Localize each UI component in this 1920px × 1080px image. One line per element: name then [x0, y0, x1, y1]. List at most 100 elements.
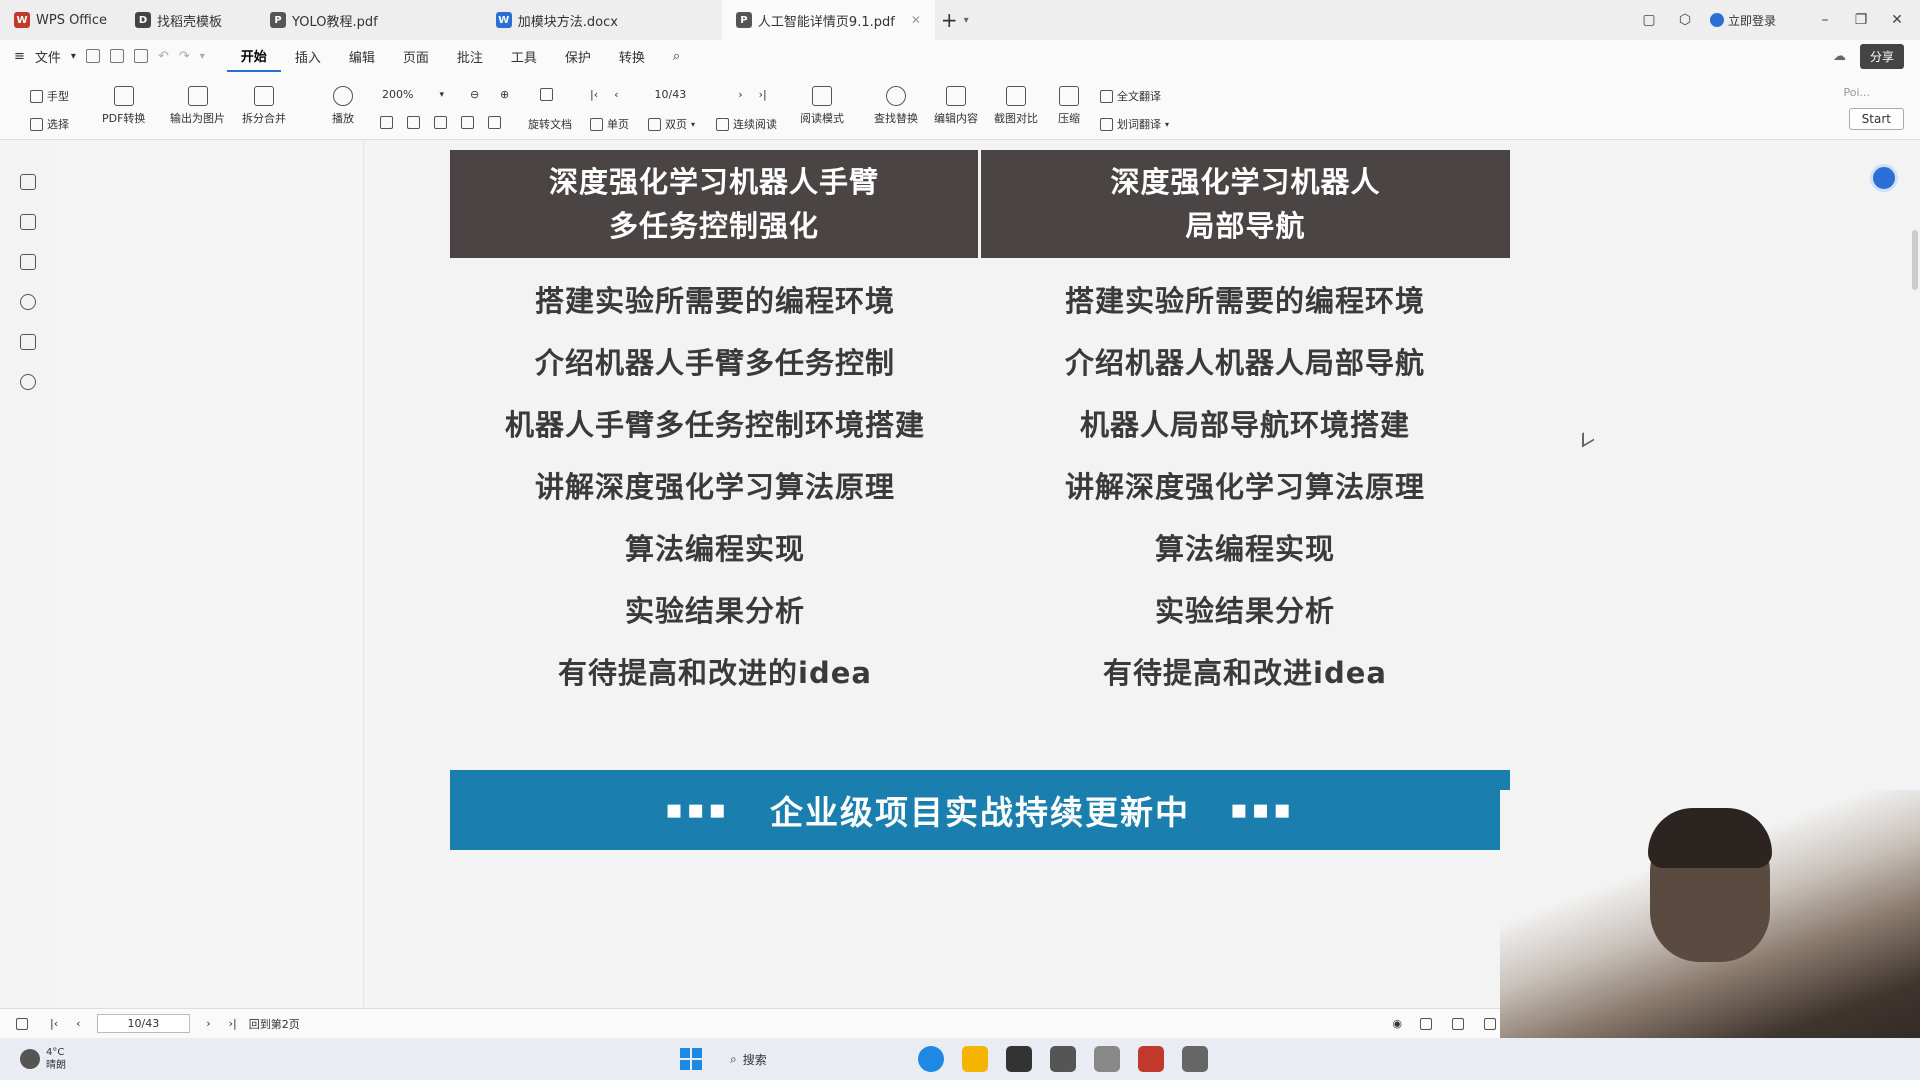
menu-page[interactable]: 页面 — [389, 40, 443, 72]
play-button[interactable]: 播放 — [332, 86, 354, 126]
menu-home[interactable]: 开始 — [226, 40, 281, 72]
hand-tool[interactable]: 手型 — [30, 88, 69, 104]
menu-edit[interactable]: 编辑 — [335, 40, 389, 72]
menu-insert[interactable]: 插入 — [281, 40, 335, 72]
restore-icon[interactable]: ❐ — [1850, 12, 1872, 28]
last-page-icon[interactable]: ›| — [229, 1017, 237, 1030]
split-merge-button[interactable]: 拆分合并 — [242, 86, 286, 126]
cube-icon[interactable]: ⬡ — [1674, 12, 1696, 28]
sidebar-toggle-icon[interactable] — [16, 1017, 28, 1030]
continuous-button[interactable]: 连续阅读 — [716, 116, 777, 132]
app-icon[interactable] — [1182, 1046, 1208, 1072]
rotate-label: 旋转文档 — [528, 118, 572, 131]
first-page-icon[interactable]: |‹ — [590, 88, 598, 101]
file-explorer-icon[interactable] — [962, 1046, 988, 1072]
layers-icon[interactable] — [20, 374, 36, 390]
tab-template[interactable]: D 找稻壳模板 — [121, 0, 236, 40]
page-indicator[interactable]: 10/43 — [655, 88, 687, 101]
next-page-icon[interactable]: › — [206, 1017, 210, 1030]
goto-page-link[interactable]: 回到第2页 — [249, 1016, 300, 1032]
prev-page-icon[interactable]: ‹ — [614, 88, 618, 101]
signature-icon[interactable] — [20, 334, 36, 350]
start-button[interactable]: Start — [1848, 108, 1904, 130]
page-input[interactable]: 10/43 — [96, 1014, 191, 1033]
app-icon[interactable] — [1094, 1046, 1120, 1072]
banner-dots-left: ▪▪▪ — [665, 795, 730, 825]
close-icon[interactable]: ✕ — [911, 13, 921, 27]
rotate-left-icon[interactable] — [461, 116, 474, 129]
close-window-icon[interactable]: ✕ — [1886, 12, 1908, 28]
prev-page-icon[interactable]: ‹ — [76, 1017, 80, 1030]
print-icon[interactable] — [133, 49, 148, 63]
windows-start-icon[interactable] — [680, 1048, 702, 1070]
layout-single-icon[interactable] — [1420, 1017, 1432, 1030]
layout-double-icon[interactable] — [1452, 1017, 1464, 1030]
last-page-icon[interactable]: ›| — [759, 88, 767, 101]
chevron-down-icon[interactable]: ▾ — [71, 51, 76, 62]
menu-convert[interactable]: 转换 — [605, 40, 659, 72]
double-page-button[interactable]: 双页 ▾ — [648, 116, 695, 132]
tab-active-pdf[interactable]: P 人工智能详情页9.1.pdf ✕ — [721, 0, 935, 40]
frame-icon[interactable] — [434, 116, 447, 129]
assistant-avatar-icon[interactable] — [1870, 164, 1898, 192]
menu-annotate[interactable]: 批注 — [443, 40, 497, 72]
layout-icon[interactable]: ▢ — [1638, 12, 1660, 28]
comment-icon[interactable] — [20, 254, 36, 270]
minimize-icon[interactable]: – — [1814, 12, 1836, 28]
zoom-in-button[interactable]: ⊕ — [500, 88, 509, 101]
translate-full-button[interactable]: 全文翻译 — [1100, 88, 1161, 104]
next-page-icon[interactable]: › — [738, 88, 742, 101]
rotate-doc-button[interactable]: 旋转文档 — [528, 116, 572, 132]
edit-content-button[interactable]: 编辑内容 — [934, 86, 978, 126]
redo-icon[interactable]: ↷ — [179, 49, 190, 64]
fit-page-button[interactable] — [540, 88, 553, 101]
open-icon[interactable] — [85, 49, 100, 63]
read-mode-button[interactable]: 阅读模式 — [800, 86, 844, 126]
select-tool[interactable]: 选择 — [30, 116, 69, 132]
view-icon[interactable] — [380, 116, 393, 129]
compare-button[interactable]: 截图对比 — [994, 86, 1038, 126]
compress-button[interactable]: 压缩 — [1058, 86, 1080, 126]
taskbar-search[interactable]: ⌕ 搜索 — [720, 1047, 900, 1072]
chevron-down-icon[interactable]: ▾ — [200, 51, 205, 62]
search-icon[interactable]: ⌕ — [659, 40, 694, 72]
add-tab-icon[interactable]: + — [935, 8, 964, 32]
first-page-icon[interactable]: |‹ — [50, 1017, 58, 1030]
export-image-button[interactable]: 输出为图片 — [170, 86, 225, 126]
login-button[interactable]: 立即登录 — [1709, 12, 1776, 29]
find-replace-button[interactable]: 查找替换 — [874, 86, 918, 126]
pdf-convert-button[interactable]: PDF转换 — [102, 86, 145, 126]
zoom-select[interactable]: 200% ▾ — [382, 88, 444, 101]
layout-book-icon[interactable] — [1484, 1017, 1496, 1030]
menu-tools[interactable]: 工具 — [497, 40, 551, 72]
single-page-button[interactable]: 单页 — [590, 116, 629, 132]
save-icon[interactable] — [109, 49, 124, 63]
thumbnail-icon[interactable] — [20, 214, 36, 230]
search-icon — [886, 86, 906, 106]
weather-widget[interactable]: 4°C 晴朗 — [20, 1046, 66, 1072]
scrollbar[interactable] — [1912, 230, 1918, 290]
attachment-icon[interactable] — [20, 294, 36, 310]
tab-yolo-pdf[interactable]: P YOLO教程.pdf — [256, 0, 392, 40]
tab-docx[interactable]: W 加模块方法.docx — [482, 0, 632, 40]
terminal-icon[interactable] — [1006, 1046, 1032, 1072]
share-button[interactable]: 分享 — [1859, 43, 1904, 69]
page-nav[interactable]: |‹ ‹ 10/43 › ›| — [590, 88, 767, 101]
hamburger-icon[interactable]: ≡ — [14, 49, 25, 64]
edge-icon[interactable] — [918, 1046, 944, 1072]
eye-icon[interactable]: ◉ — [1392, 1017, 1402, 1030]
crop-icon[interactable] — [407, 116, 420, 129]
app-icon[interactable] — [1050, 1046, 1076, 1072]
rotate-right-icon[interactable] — [488, 116, 501, 129]
file-menu[interactable]: 文件 — [35, 47, 61, 66]
zoom-out-button[interactable]: ⊖ — [470, 88, 479, 101]
chevron-down-icon[interactable]: ▾ — [964, 15, 969, 26]
tab-wps-office[interactable]: W WPS Office — [0, 0, 121, 40]
menu-protect[interactable]: 保护 — [551, 40, 605, 72]
undo-icon[interactable]: ↶ — [158, 49, 169, 64]
chevron-down-icon: ▾ — [439, 89, 444, 100]
translate-word-button[interactable]: 划词翻译 ▾ — [1100, 116, 1169, 132]
wps-icon[interactable] — [1138, 1046, 1164, 1072]
cloud-icon[interactable]: ☁ — [1833, 49, 1846, 64]
bookmark-icon[interactable] — [20, 174, 36, 190]
